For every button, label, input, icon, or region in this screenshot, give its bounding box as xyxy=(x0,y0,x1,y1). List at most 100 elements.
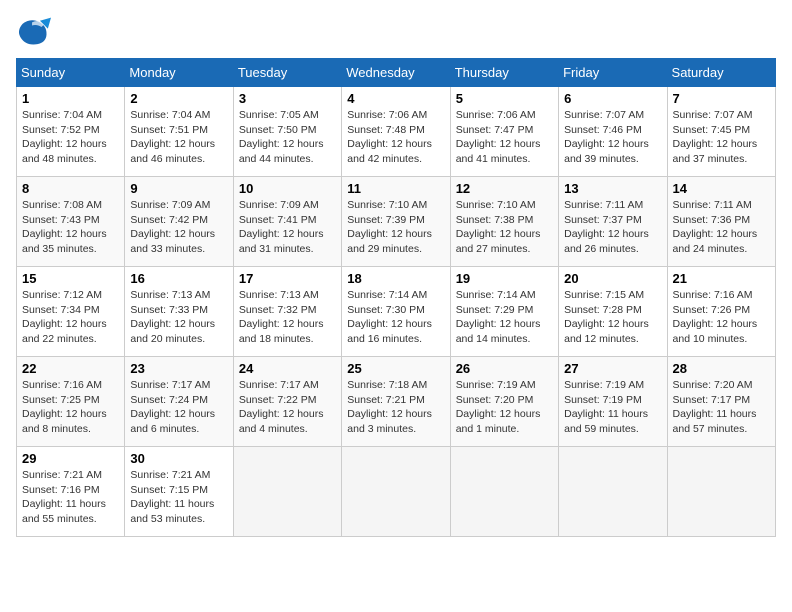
day-number: 28 xyxy=(673,361,770,376)
day-number: 16 xyxy=(130,271,227,286)
weekday-header: Thursday xyxy=(450,59,558,87)
calendar-day-cell: 23 Sunrise: 7:17 AMSunset: 7:24 PMDayligh… xyxy=(125,357,233,447)
calendar-day-cell: 18 Sunrise: 7:14 AMSunset: 7:30 PMDayligh… xyxy=(342,267,450,357)
day-info: Sunrise: 7:21 AMSunset: 7:15 PMDaylight:… xyxy=(130,468,227,527)
calendar-day-cell: 20 Sunrise: 7:15 AMSunset: 7:28 PMDayligh… xyxy=(559,267,667,357)
calendar-day-cell: 3 Sunrise: 7:05 AMSunset: 7:50 PMDaylight… xyxy=(233,87,341,177)
calendar-day-cell: 29 Sunrise: 7:21 AMSunset: 7:16 PMDayligh… xyxy=(17,447,125,537)
calendar-day-cell: 5 Sunrise: 7:06 AMSunset: 7:47 PMDaylight… xyxy=(450,87,558,177)
logo-icon xyxy=(16,16,56,46)
calendar-day-cell: 14Sunrise: 7:11 AMSunset: 7:36 PMDayligh… xyxy=(667,177,775,267)
day-info: Sunrise: 7:18 AMSunset: 7:21 PMDaylight:… xyxy=(347,378,444,437)
calendar-day-cell: 19Sunrise: 7:14 AMSunset: 7:29 PMDayligh… xyxy=(450,267,558,357)
calendar-day-cell xyxy=(233,447,341,537)
day-number: 13 xyxy=(564,181,661,196)
day-info: Sunrise: 7:08 AMSunset: 7:43 PMDaylight:… xyxy=(22,198,119,257)
calendar-day-cell: 12 Sunrise: 7:10 AMSunset: 7:38 PMDayligh… xyxy=(450,177,558,267)
day-info: Sunrise: 7:14 AMSunset: 7:30 PMDaylight:… xyxy=(347,288,444,347)
day-number: 10 xyxy=(239,181,336,196)
calendar-day-cell: 9 Sunrise: 7:09 AMSunset: 7:42 PMDaylight… xyxy=(125,177,233,267)
calendar-week-row: 1 Sunrise: 7:04 AMSunset: 7:52 PMDaylight… xyxy=(17,87,776,177)
day-number: 27 xyxy=(564,361,661,376)
day-info: Sunrise: 7:09 AMSunset: 7:41 PMDaylight:… xyxy=(239,198,336,257)
calendar-day-cell: 22 Sunrise: 7:16 AMSunset: 7:25 PMDayligh… xyxy=(17,357,125,447)
day-info: Sunrise: 7:13 AMSunset: 7:32 PMDaylight:… xyxy=(239,288,336,347)
weekday-header: Friday xyxy=(559,59,667,87)
day-number: 22 xyxy=(22,361,119,376)
day-info: Sunrise: 7:07 AMSunset: 7:45 PMDaylight:… xyxy=(673,108,770,167)
day-info: Sunrise: 7:06 AMSunset: 7:48 PMDaylight:… xyxy=(347,108,444,167)
day-number: 1 xyxy=(22,91,119,106)
calendar-day-cell xyxy=(450,447,558,537)
day-number: 3 xyxy=(239,91,336,106)
calendar-day-cell: 27 Sunrise: 7:19 AMSunset: 7:19 PMDayligh… xyxy=(559,357,667,447)
day-info: Sunrise: 7:14 AMSunset: 7:29 PMDaylight:… xyxy=(456,288,553,347)
calendar-day-cell: 24Sunrise: 7:17 AMSunset: 7:22 PMDayligh… xyxy=(233,357,341,447)
calendar-day-cell xyxy=(559,447,667,537)
day-info: Sunrise: 7:05 AMSunset: 7:50 PMDaylight:… xyxy=(239,108,336,167)
calendar-day-cell: 7 Sunrise: 7:07 AMSunset: 7:45 PMDaylight… xyxy=(667,87,775,177)
day-number: 26 xyxy=(456,361,553,376)
day-info: Sunrise: 7:11 AMSunset: 7:36 PMDaylight:… xyxy=(673,198,770,257)
day-number: 23 xyxy=(130,361,227,376)
day-number: 6 xyxy=(564,91,661,106)
weekday-header: Saturday xyxy=(667,59,775,87)
calendar-day-cell: 1 Sunrise: 7:04 AMSunset: 7:52 PMDaylight… xyxy=(17,87,125,177)
weekday-header: Tuesday xyxy=(233,59,341,87)
calendar-day-cell xyxy=(342,447,450,537)
day-info: Sunrise: 7:11 AMSunset: 7:37 PMDaylight:… xyxy=(564,198,661,257)
calendar-day-cell: 30Sunrise: 7:21 AMSunset: 7:15 PMDayligh… xyxy=(125,447,233,537)
day-number: 5 xyxy=(456,91,553,106)
calendar-day-cell: 15Sunrise: 7:12 AMSunset: 7:34 PMDayligh… xyxy=(17,267,125,357)
day-info: Sunrise: 7:16 AMSunset: 7:26 PMDaylight:… xyxy=(673,288,770,347)
day-info: Sunrise: 7:06 AMSunset: 7:47 PMDaylight:… xyxy=(456,108,553,167)
day-info: Sunrise: 7:19 AMSunset: 7:19 PMDaylight:… xyxy=(564,378,661,437)
day-number: 11 xyxy=(347,181,444,196)
logo xyxy=(16,16,62,46)
day-info: Sunrise: 7:16 AMSunset: 7:25 PMDaylight:… xyxy=(22,378,119,437)
calendar-day-cell: 11Sunrise: 7:10 AMSunset: 7:39 PMDayligh… xyxy=(342,177,450,267)
day-number: 17 xyxy=(239,271,336,286)
day-number: 9 xyxy=(130,181,227,196)
calendar-week-row: 22 Sunrise: 7:16 AMSunset: 7:25 PMDayligh… xyxy=(17,357,776,447)
day-info: Sunrise: 7:04 AMSunset: 7:52 PMDaylight:… xyxy=(22,108,119,167)
calendar-day-cell: 16 Sunrise: 7:13 AMSunset: 7:33 PMDayligh… xyxy=(125,267,233,357)
calendar-body: 1 Sunrise: 7:04 AMSunset: 7:52 PMDaylight… xyxy=(17,87,776,537)
calendar-day-cell: 6Sunrise: 7:07 AMSunset: 7:46 PMDaylight… xyxy=(559,87,667,177)
day-number: 18 xyxy=(347,271,444,286)
calendar-table: SundayMondayTuesdayWednesdayThursdayFrid… xyxy=(16,58,776,537)
page-header xyxy=(16,16,776,46)
day-info: Sunrise: 7:10 AMSunset: 7:38 PMDaylight:… xyxy=(456,198,553,257)
calendar-day-cell: 25 Sunrise: 7:18 AMSunset: 7:21 PMDayligh… xyxy=(342,357,450,447)
day-number: 29 xyxy=(22,451,119,466)
calendar-day-cell xyxy=(667,447,775,537)
calendar-day-cell: 8Sunrise: 7:08 AMSunset: 7:43 PMDaylight… xyxy=(17,177,125,267)
day-info: Sunrise: 7:12 AMSunset: 7:34 PMDaylight:… xyxy=(22,288,119,347)
day-number: 25 xyxy=(347,361,444,376)
day-number: 21 xyxy=(673,271,770,286)
day-info: Sunrise: 7:04 AMSunset: 7:51 PMDaylight:… xyxy=(130,108,227,167)
day-info: Sunrise: 7:17 AMSunset: 7:22 PMDaylight:… xyxy=(239,378,336,437)
day-info: Sunrise: 7:15 AMSunset: 7:28 PMDaylight:… xyxy=(564,288,661,347)
day-number: 20 xyxy=(564,271,661,286)
calendar-day-cell: 10 Sunrise: 7:09 AMSunset: 7:41 PMDayligh… xyxy=(233,177,341,267)
weekday-header: Sunday xyxy=(17,59,125,87)
day-info: Sunrise: 7:09 AMSunset: 7:42 PMDaylight:… xyxy=(130,198,227,257)
calendar-day-cell: 28Sunrise: 7:20 AMSunset: 7:17 PMDayligh… xyxy=(667,357,775,447)
calendar-day-cell: 2 Sunrise: 7:04 AMSunset: 7:51 PMDaylight… xyxy=(125,87,233,177)
weekday-header: Monday xyxy=(125,59,233,87)
day-info: Sunrise: 7:21 AMSunset: 7:16 PMDaylight:… xyxy=(22,468,119,527)
day-info: Sunrise: 7:17 AMSunset: 7:24 PMDaylight:… xyxy=(130,378,227,437)
day-number: 12 xyxy=(456,181,553,196)
calendar-week-row: 15Sunrise: 7:12 AMSunset: 7:34 PMDayligh… xyxy=(17,267,776,357)
calendar-week-row: 29 Sunrise: 7:21 AMSunset: 7:16 PMDayligh… xyxy=(17,447,776,537)
day-number: 7 xyxy=(673,91,770,106)
calendar-week-row: 8Sunrise: 7:08 AMSunset: 7:43 PMDaylight… xyxy=(17,177,776,267)
calendar-day-cell: 13 Sunrise: 7:11 AMSunset: 7:37 PMDayligh… xyxy=(559,177,667,267)
day-number: 4 xyxy=(347,91,444,106)
day-number: 2 xyxy=(130,91,227,106)
calendar-day-cell: 17 Sunrise: 7:13 AMSunset: 7:32 PMDayligh… xyxy=(233,267,341,357)
calendar-day-cell: 4 Sunrise: 7:06 AMSunset: 7:48 PMDaylight… xyxy=(342,87,450,177)
day-info: Sunrise: 7:19 AMSunset: 7:20 PMDaylight:… xyxy=(456,378,553,437)
day-info: Sunrise: 7:13 AMSunset: 7:33 PMDaylight:… xyxy=(130,288,227,347)
